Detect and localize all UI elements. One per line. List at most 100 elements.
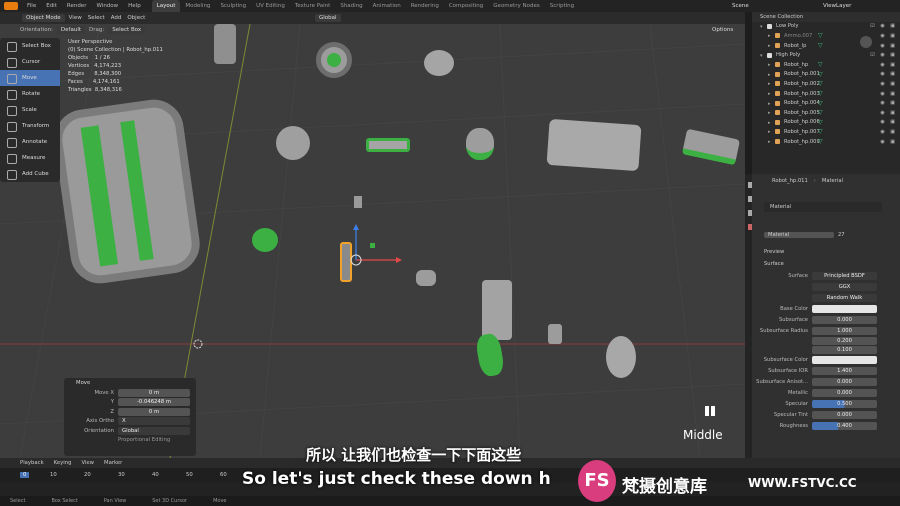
specular-tint-field[interactable]: 0.000 (812, 410, 877, 419)
tool-add-cube[interactable]: Add Cube (0, 166, 60, 182)
tab-texture-paint[interactable]: Texture Paint (290, 0, 336, 12)
distribution-select[interactable]: GGX (812, 282, 877, 291)
tab-layout[interactable]: Layout (151, 0, 181, 12)
menu-file[interactable]: File (27, 3, 36, 9)
navigation-gizmo[interactable] (860, 36, 872, 48)
blender-logo-icon[interactable] (4, 2, 18, 10)
base-color-swatch[interactable] (812, 304, 877, 313)
shader-select[interactable]: Principled BSDF (812, 271, 877, 280)
surface-label: Surface (788, 272, 808, 279)
tab-sculpting[interactable]: Sculpting (215, 0, 251, 12)
material-slot[interactable]: Material (770, 204, 791, 210)
metallic-field[interactable]: 0.000 (812, 388, 877, 397)
subsurface-anisotropy-field[interactable]: 0.000 (812, 377, 877, 386)
outliner-item[interactable]: Low Poly (776, 23, 799, 29)
orientation-select[interactable]: Default (56, 26, 86, 34)
tool-cursor[interactable]: Cursor (0, 54, 60, 70)
tab-shading[interactable]: Shading (335, 0, 367, 12)
workspace-tabs: Layout Modeling Sculpting UV Editing Tex… (151, 0, 579, 12)
tool-select-box[interactable]: Select Box (0, 38, 60, 54)
playback-menu[interactable]: Playback (20, 460, 44, 466)
tab-geometry-nodes[interactable]: Geometry Nodes (488, 0, 544, 12)
tab-compositing[interactable]: Compositing (444, 0, 488, 12)
mode-select[interactable]: Object Mode (22, 14, 65, 22)
options-button[interactable]: Options (712, 27, 733, 33)
outliner-item[interactable]: Robot_hp.002 (784, 81, 820, 87)
subsurface-ior-field[interactable]: 1.400 (812, 366, 877, 375)
menu-window[interactable]: Window (96, 3, 118, 9)
tool-move[interactable]: Move (0, 70, 60, 86)
tab-uv-editing[interactable]: UV Editing (251, 0, 290, 12)
outliner-item[interactable]: Robot_hp.001 (784, 71, 820, 77)
subsurface-radius-z[interactable]: 0.100 (812, 345, 877, 354)
subsurface-radius-y[interactable]: 0.200 (812, 336, 877, 345)
object-icon (775, 81, 780, 87)
move-x-field[interactable]: 0 m (118, 388, 190, 397)
outliner-item[interactable]: High Poly (776, 52, 800, 58)
proportional-editing-checkbox[interactable]: Proportional Editing (118, 437, 170, 443)
material-slot-list[interactable]: Material (764, 202, 882, 212)
subsurface-method-select[interactable]: Random Walk (812, 293, 877, 302)
tab-scripting[interactable]: Scripting (545, 0, 579, 12)
object-menu[interactable]: Object (127, 15, 145, 21)
specular-tint-label: Specular Tint (773, 411, 808, 418)
operator-title[interactable]: Move (64, 378, 196, 388)
timeline-view-menu[interactable]: View (81, 460, 94, 466)
roughness-field[interactable]: 0.400 (812, 421, 877, 430)
outliner-item[interactable]: Robot_hp (784, 62, 808, 68)
frame-label: 20 (84, 472, 91, 478)
tab-rendering[interactable]: Rendering (406, 0, 444, 12)
view-menu[interactable]: View (69, 15, 82, 21)
menu-help[interactable]: Help (128, 3, 141, 9)
view-layer-name[interactable]: ViewLayer (823, 3, 851, 9)
tool-rotate[interactable]: Rotate (0, 86, 60, 102)
material-users[interactable]: 27 (838, 232, 845, 238)
select-menu[interactable]: Select (88, 15, 105, 21)
transform-orientation[interactable]: Global (315, 14, 341, 22)
tool-measure[interactable]: Measure (0, 150, 60, 166)
status-bar: Select Box Select Pan View Set 3D Cursor… (0, 496, 900, 506)
outliner-item[interactable]: Robot_hp.009 (784, 139, 820, 145)
specular-field[interactable]: 0.500 (812, 399, 877, 408)
menu-edit[interactable]: Edit (46, 3, 57, 9)
tab-animation[interactable]: Animation (368, 0, 406, 12)
keying-menu[interactable]: Keying (54, 460, 72, 466)
add-menu[interactable]: Add (111, 15, 122, 21)
surface-panel[interactable]: Surface (764, 258, 900, 270)
drag-select[interactable]: Select Box (108, 26, 146, 34)
material-name-field[interactable]: Material (764, 232, 834, 238)
tool-transform[interactable]: Transform (0, 118, 60, 134)
material-selector[interactable]: Material 27 (764, 230, 890, 240)
faces-count: Faces 4,174,161 (68, 79, 120, 85)
outliner-item[interactable]: Robot_lp (784, 43, 806, 49)
outliner-scene-collection[interactable]: Scene Collection (760, 14, 803, 20)
frame-label: 40 (152, 472, 159, 478)
outliner-item[interactable]: Robot_hp.004 (784, 100, 820, 106)
outliner-item[interactable]: Robot_hp.007 (784, 129, 820, 135)
axis-ortho-select[interactable]: X (118, 417, 190, 426)
move-z-label: Z (110, 408, 114, 415)
marker-menu[interactable]: Marker (104, 460, 122, 466)
preview-panel[interactable]: Preview (764, 246, 900, 258)
base-color-label: Base Color (780, 305, 808, 312)
object-icon (775, 100, 780, 106)
menu-render[interactable]: Render (67, 3, 87, 9)
outliner-item[interactable]: Ammo.007 (784, 33, 812, 39)
tool-annotate[interactable]: Annotate (0, 134, 60, 150)
subsurface-color-swatch[interactable] (812, 355, 877, 364)
scene-name[interactable]: Scene (732, 3, 749, 9)
outliner-item[interactable]: Robot_hp.006 (784, 119, 820, 125)
subsurface-field[interactable]: 0.000 (812, 315, 877, 324)
orientation-select[interactable]: Global (118, 426, 190, 435)
status-move: Move (213, 498, 227, 504)
outliner-item[interactable]: Robot_hp.005 (784, 110, 820, 116)
move-z-field[interactable]: 0 m (118, 407, 190, 416)
top-bar: File Edit Render Window Help Layout Mode… (0, 0, 900, 12)
object-icon (775, 62, 780, 68)
subsurface-radius-x[interactable]: 1.000 (812, 326, 877, 335)
outliner-item[interactable]: Robot_hp.003 (784, 91, 820, 97)
tool-scale[interactable]: Scale (0, 102, 60, 118)
move-y-field[interactable]: -0.046248 m (118, 398, 190, 407)
specular-label: Specular (785, 400, 808, 407)
tab-modeling[interactable]: Modeling (180, 0, 215, 12)
